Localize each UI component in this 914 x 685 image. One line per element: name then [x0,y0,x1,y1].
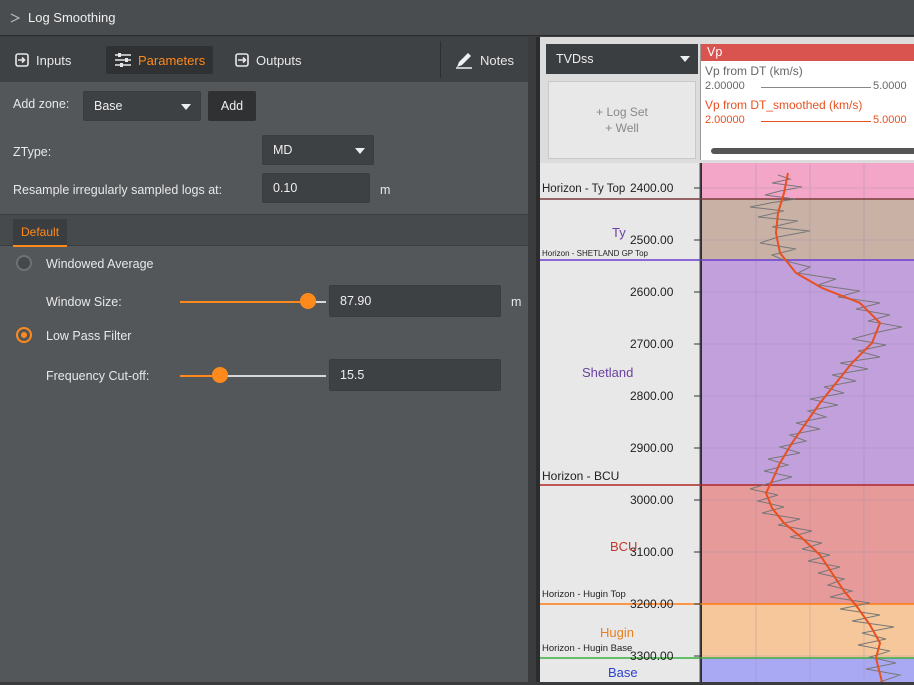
window-size-slider-thumb[interactable] [300,293,316,309]
tab-default[interactable]: Default [13,219,68,247]
windowed-average-radio[interactable] [16,255,32,271]
tab-inputs[interactable]: Inputs [6,46,79,74]
depth-label: 2400.00 [630,181,674,195]
zone-band-above-ty [702,163,914,199]
curve1-min: 2.00000 [705,80,745,92]
windowed-average-label: Windowed Average [46,257,154,271]
title-bar: Log Smoothing [0,0,914,36]
add-log-set-label: + Log Set [596,105,648,119]
curve1-scale-line [761,87,871,88]
depth-label: 2900.00 [630,441,674,455]
horizon-label-shetland-gp-top: Horizon - SHETLAND GP Top [542,249,648,258]
window-title: Log Smoothing [28,10,116,25]
add-log-set-button[interactable]: + Log Set + Well [548,81,696,159]
horizon-label-hugin-top: Horizon - Hugin Top [542,589,626,600]
chevron-down-icon [680,56,690,62]
depth-label: 3200.00 [630,597,674,611]
add-zone-label: Add zone: [13,97,70,111]
horizon-label-bcu: Horizon - BCU [542,469,620,483]
frequency-cutoff-slider-thumb[interactable] [212,367,228,383]
ztype-value: MD [273,143,293,157]
well-log-viewer: TVDss + Log Set + Well Vp Vp from DT (km… [536,37,914,683]
tab-outputs-label: Outputs [256,52,302,68]
depth-label: 2500.00 [630,233,674,247]
frequency-cutoff-label: Frequency Cut-off: [46,369,150,383]
zone-select-value: Base [94,99,123,113]
zone-tab-bar: Default [0,214,528,247]
horizon-label-hugin-base: Horizon - Hugin Base [542,643,633,654]
curve2-max: 5.0000 [873,114,907,126]
curve1-max: 5.0000 [873,80,907,92]
add-zone-button[interactable]: Add [208,91,256,121]
parameters-panel: Inputs Parameters Outputs Notes Add zone… [0,37,528,682]
track-header: Vp Vp from DT (km/s) 2.00000 5.0000 Vp f… [700,44,914,160]
window-size-unit: m [511,295,522,309]
window-size-label: Window Size: [46,295,122,309]
curve2-scale-line [761,121,871,122]
curve2-name: Vp from DT_smoothed (km/s) [705,98,863,112]
depth-label: 2600.00 [630,285,674,299]
resample-label: Resample irregularly sampled logs at: [13,183,223,197]
zone-band-shetland [702,260,914,485]
zone-label-bcu: BCU [610,539,638,554]
depth-type-value: TVDss [556,52,594,66]
pen-icon [456,53,472,69]
zone-label-ty: Ty [612,225,626,240]
app-icon [10,12,20,23]
low-pass-filter-radio[interactable] [16,327,32,343]
tab-parameters-label: Parameters [138,52,206,68]
track-title: Vp [701,44,914,61]
zone-label-hugin: Hugin [600,625,634,640]
tab-bar: Inputs Parameters Outputs Notes [0,37,528,82]
tab-parameters[interactable]: Parameters [106,46,214,74]
depth-label: 2800.00 [630,389,674,403]
tab-outputs[interactable]: Outputs [226,46,310,74]
add-well-label: + Well [605,121,639,135]
curve1-name: Vp from DT (km/s) [705,64,803,78]
ztype-label: ZType: [13,145,52,159]
output-icon [235,53,249,67]
tab-separator [440,41,441,78]
window-size-slider-fill [180,301,310,303]
zone-band-ty [702,199,914,260]
depth-label: 3300.00 [630,649,674,663]
tab-inputs-label: Inputs [36,52,72,68]
chevron-down-icon [181,104,191,110]
input-icon [15,53,29,67]
curve2-min: 2.00000 [705,114,745,126]
sliders-icon [115,53,131,67]
depth-label: 2700.00 [630,337,674,351]
low-pass-filter-label: Low Pass Filter [46,329,132,343]
window-size-input[interactable]: 87.90 [329,285,501,317]
ztype-select[interactable]: MD [262,135,374,165]
zone-label-shetland: Shetland [582,365,634,380]
zone-select[interactable]: Base [83,91,201,121]
log-track-svg [540,163,914,683]
frequency-cutoff-slider-track [222,375,326,377]
tab-notes[interactable]: Notes [446,46,522,74]
horizon-label-ty-top: Horizon - Ty Top [542,183,626,195]
depth-label: 3000.00 [630,493,674,507]
track-scrollbar[interactable] [711,148,914,154]
depth-type-select[interactable]: TVDss [546,44,698,74]
zone-band-base [702,658,914,682]
tab-notes-label: Notes [480,52,514,68]
frequency-cutoff-input[interactable]: 15.5 [329,359,501,391]
log-track-area: 2400.00 2500.00 2600.00 2700.00 2800.00 … [540,163,914,683]
zone-label-base: Base [608,665,638,680]
resample-input[interactable]: 0.10 [262,173,370,203]
chevron-down-icon [355,148,365,154]
resample-unit: m [380,183,391,197]
